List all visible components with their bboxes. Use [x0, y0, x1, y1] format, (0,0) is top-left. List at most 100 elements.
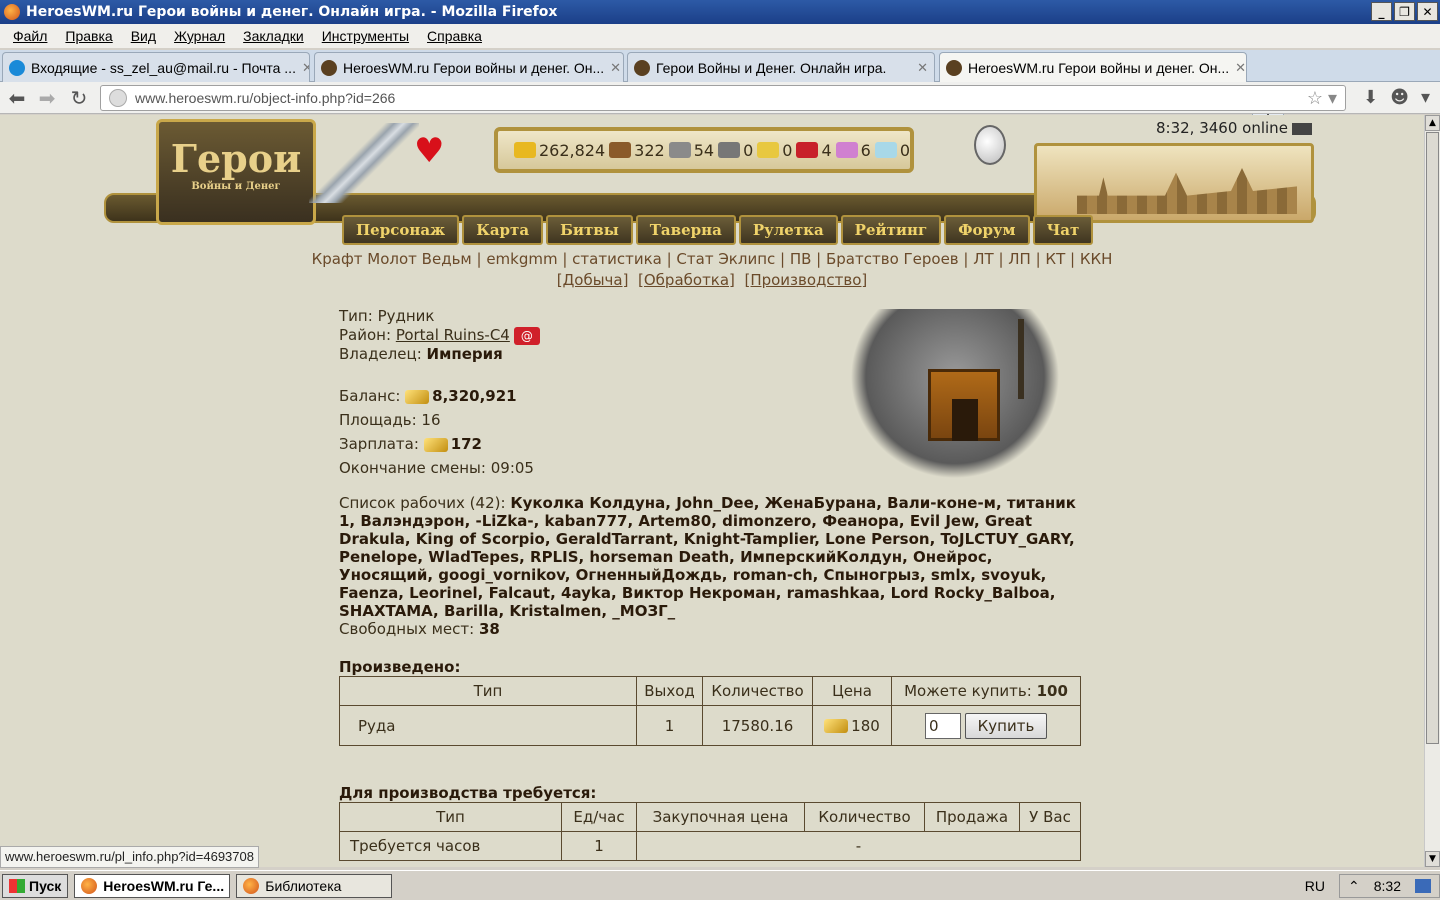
restore-button[interactable]: ❐: [1394, 2, 1415, 21]
can-buy-value: 100: [1036, 682, 1068, 700]
per-hour-value: 1: [561, 831, 637, 861]
game-header: Герои Войны и Денег ♥ 262,824 322 54 0 0 4 6 0 …: [104, 115, 1316, 248]
tray-expand-icon[interactable]: ⌃: [1348, 878, 1360, 895]
scroll-up-icon[interactable]: ▲: [1425, 115, 1440, 131]
tab-close-icon[interactable]: ✕: [604, 60, 621, 76]
language-indicator[interactable]: RU: [1305, 878, 1325, 894]
col-type: Тип: [339, 676, 637, 706]
table-row: Руда 1 17580.16 180 0 Купить: [339, 705, 1081, 746]
scroll-thumb[interactable]: [1426, 132, 1439, 744]
resource-item: 6: [835, 140, 871, 160]
logo-title: Герои: [170, 136, 302, 181]
district-link[interactable]: Portal Ruins-C4: [396, 326, 510, 344]
close-button[interactable]: ✕: [1417, 2, 1438, 21]
menu-file[interactable]: Файл: [4, 28, 56, 44]
nav-battles[interactable]: Битвы: [546, 215, 633, 245]
taskbar-item-library[interactable]: Библиотека: [236, 873, 393, 898]
start-button[interactable]: Пуск: [2, 873, 69, 898]
back-arrow-icon[interactable]: ⬅: [4, 86, 30, 110]
tab-close-icon[interactable]: ✕: [296, 60, 309, 76]
mail-icon[interactable]: @: [513, 326, 540, 345]
gems-icon: [835, 142, 858, 158]
resource-item: 0: [718, 141, 753, 160]
sword-icon: [309, 123, 419, 203]
shift-value: 09:05: [490, 459, 534, 477]
link-production[interactable]: [Производство]: [744, 271, 867, 289]
tab-label: HeroesWM.ru Герои войны и денег. Он...: [968, 59, 1230, 76]
show-desktop-icon[interactable]: [1415, 879, 1431, 893]
forward-arrow-icon[interactable]: ➡: [34, 86, 60, 110]
tab-heroeswm-active[interactable]: HeroesWM.ru Герои войны и денег. Он... ✕: [939, 52, 1247, 82]
url-bar[interactable]: www.heroeswm.ru/object-info.php?id=266 ☆…: [100, 85, 1346, 111]
addon-icon[interactable]: ☻: [1390, 87, 1409, 108]
balance-value: 8,320,921: [432, 387, 517, 405]
menu-chevron-icon[interactable]: ▾: [1421, 87, 1430, 108]
buy-cell: 0 Купить: [891, 705, 1081, 746]
resource-value: 0: [782, 140, 793, 160]
menu-tools[interactable]: Инструменты: [313, 28, 418, 44]
nav-rating[interactable]: Рейтинг: [840, 215, 942, 245]
produced-title: Произведено:: [339, 658, 461, 676]
nav-forum[interactable]: Форум: [944, 215, 1030, 245]
table-header-row: Тип Выход Количество Цена Можете купить:…: [339, 676, 1081, 706]
menu-bookmarks[interactable]: Закладки: [234, 28, 313, 44]
clan-links[interactable]: Крафт Молот Ведьм | emkgmm | статистика …: [0, 250, 1424, 268]
menu-help[interactable]: Справка: [418, 28, 491, 44]
col-per-hour: Ед/час: [561, 802, 637, 832]
salary-value: 172: [450, 435, 482, 453]
menu-edit[interactable]: Правка: [56, 28, 121, 44]
site-identity-icon[interactable]: [109, 89, 127, 107]
link-processing[interactable]: [Обработка]: [638, 271, 735, 289]
tab-close-icon[interactable]: ✕: [911, 60, 928, 76]
game-logo[interactable]: Герои Войны и Денег: [156, 119, 316, 225]
col-can-buy: Можете купить: 100: [891, 676, 1081, 706]
workers-list[interactable]: Куколка Колдуна, John_Dee, ЖенаБурана, В…: [339, 494, 1076, 620]
nav-chat[interactable]: Чат: [1032, 215, 1094, 245]
resource-value: 262,824: [539, 140, 606, 160]
resource-value: 54: [693, 140, 715, 160]
free-slots-line: Свободных мест: 38: [339, 620, 500, 638]
resource-item: 4: [796, 141, 832, 160]
reload-icon[interactable]: ↻: [66, 86, 92, 110]
nav-roulette[interactable]: Рулетка: [738, 215, 838, 245]
resource-value: 6: [860, 140, 871, 160]
nav-map[interactable]: Карта: [462, 215, 544, 245]
window-controls: _ ❐ ✕: [1371, 2, 1438, 21]
vertical-scrollbar[interactable]: ▲ ▼: [1424, 115, 1440, 867]
firefox-icon: [4, 4, 20, 20]
nav-character[interactable]: Персонаж: [342, 215, 460, 245]
camera-icon[interactable]: [1291, 122, 1312, 135]
online-status: 8:32, 3460 online: [1156, 119, 1312, 137]
heroeswm-icon: [946, 59, 962, 76]
tab-label: Входящие - ss_zel_au@mail.ru - Почта ...: [31, 59, 296, 76]
output-value: 1: [636, 705, 703, 746]
taskbar-item-firefox[interactable]: HeroesWM.ru Ге...: [74, 873, 231, 898]
tab-mail[interactable]: Входящие - ss_zel_au@mail.ru - Почта ...…: [2, 52, 310, 82]
produced-table: Тип Выход Количество Цена Можете купить:…: [339, 676, 1081, 746]
tab-close-icon[interactable]: ✕: [1229, 60, 1246, 76]
link-mining[interactable]: [Добыча]: [557, 271, 629, 289]
tab-heroes-game[interactable]: Герои Войны и Денег. Онлайн игра. ✕: [627, 52, 935, 82]
col-output: Выход: [636, 676, 703, 706]
menu-history[interactable]: Журнал: [165, 28, 234, 44]
tab-heroeswm-1[interactable]: HeroesWM.ru Герои войны и денег. Он... ✕: [314, 52, 624, 82]
resource-item: 54: [668, 140, 715, 160]
col-purchase-price: Закупочная цена: [636, 802, 805, 832]
nav-tavern[interactable]: Таверна: [635, 215, 736, 245]
mine-image: [840, 309, 1072, 489]
minimize-button[interactable]: _: [1371, 2, 1392, 21]
price-cell: 180: [812, 705, 892, 746]
resource-value: 322: [634, 140, 665, 160]
area-value: 16: [421, 411, 441, 429]
wood-icon: [609, 142, 632, 158]
scroll-down-icon[interactable]: ▼: [1425, 851, 1440, 867]
mercury-icon: [718, 142, 741, 158]
menu-view[interactable]: Вид: [122, 28, 165, 44]
table-row: Требуется часов 1 -: [339, 831, 1081, 861]
quantity-input[interactable]: 0: [925, 712, 961, 739]
type-value: Рудник: [377, 307, 435, 325]
bookmark-star-icon[interactable]: ☆ ▾: [1307, 88, 1337, 109]
table-header-row: Тип Ед/час Закупочная цена Количество Пр…: [339, 802, 1081, 832]
downloads-icon[interactable]: ⬇: [1363, 87, 1378, 108]
buy-button[interactable]: Купить: [965, 712, 1047, 739]
